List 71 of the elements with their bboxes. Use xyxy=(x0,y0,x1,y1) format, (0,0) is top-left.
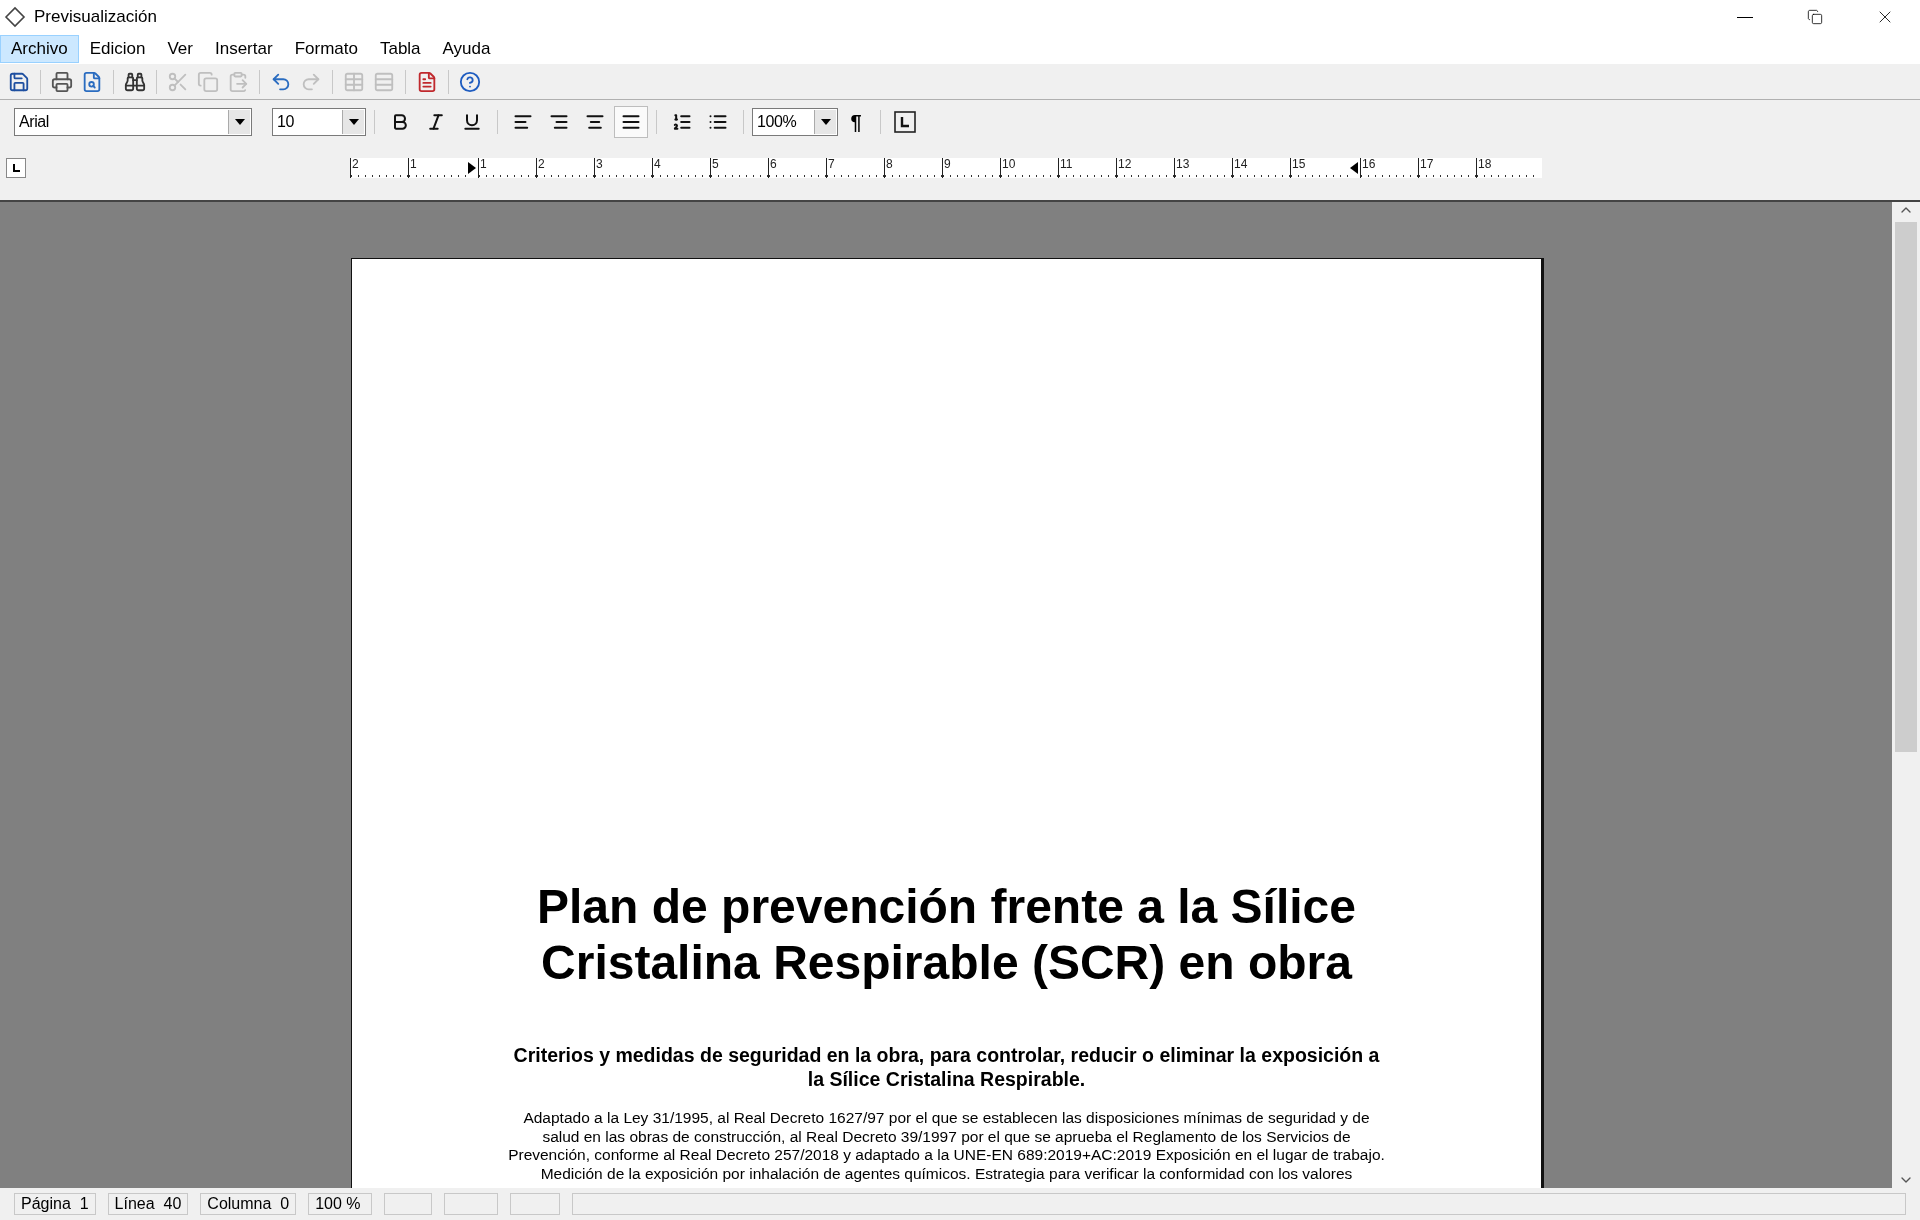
menu-item[interactable]: Archivo xyxy=(0,35,79,63)
print-preview-icon xyxy=(81,70,103,93)
format-button[interactable] xyxy=(614,106,648,138)
pdf-icon xyxy=(416,70,438,93)
italic-icon xyxy=(426,112,446,132)
menu-item[interactable]: Tabla xyxy=(368,35,432,63)
vertical-scrollbar[interactable] xyxy=(1892,202,1920,1188)
status-field: Columna 0 xyxy=(200,1193,297,1215)
scrollbar-thumb[interactable] xyxy=(1895,222,1917,752)
bullet-list-icon xyxy=(708,112,728,132)
ruler-number: 13 xyxy=(1175,158,1190,171)
status-field xyxy=(384,1193,433,1215)
ruler-number: 17 xyxy=(1419,158,1434,171)
copy-icon xyxy=(197,70,219,93)
align-center-icon xyxy=(585,112,605,132)
tab-stop-icon xyxy=(894,111,916,133)
ruler-number: 3 xyxy=(595,158,603,171)
paste-icon xyxy=(227,70,249,93)
align-left-icon xyxy=(513,112,533,132)
font-size-dropdown[interactable]: 10 xyxy=(272,108,366,136)
binoculars-icon xyxy=(124,70,146,93)
align-justify-icon xyxy=(621,112,641,132)
menu-item[interactable]: Edicion xyxy=(78,35,157,63)
status-field: 100 % xyxy=(308,1193,373,1215)
align-right-icon xyxy=(549,112,569,132)
tab-type-button[interactable] xyxy=(6,158,26,178)
ruler-number: 10 xyxy=(1001,158,1016,171)
ruler-number: 9 xyxy=(943,158,951,171)
ruler-number: 1 xyxy=(409,158,417,171)
minimize-icon xyxy=(1737,16,1753,18)
ruler-number: 12 xyxy=(1117,158,1132,171)
ruler[interactable]: 2 1 1 2 3 4 5 6 7 8 9 10 11 12 13 14 15 16 17 18 xyxy=(350,158,1542,178)
table-rows-icon xyxy=(373,70,395,93)
printer-icon xyxy=(51,70,73,93)
app-logo-icon xyxy=(4,6,26,28)
status-field xyxy=(510,1193,561,1215)
ruler-number: 7 xyxy=(827,158,835,171)
numbered-list-icon xyxy=(672,112,692,132)
ruler-number: 15 xyxy=(1291,158,1306,171)
ruler-number: 11 xyxy=(1059,158,1073,171)
document-paragraph: Adaptado a la Ley 31/1995, al Real Decreto 1627/97 por el que se establecen las disposiciones mínimas de seguridad y de salud en las obras de construcción, al Real Decreto 39/1997 por el que se aprueba el Reglamento de los Servicios de Prevención, conforme al Real Decreto 257/2018 y adaptado a la UNE-EN 689:2019+AC:2019 Exposición en el lugar de trabajo. Medición de la exposición por inhalación de agentes químicos. Estrategia para verificar la conformidad con los valores xyxy=(507,1109,1386,1183)
restore-icon xyxy=(1807,9,1823,25)
document-subtitle: Criterios y medidas de seguridad en la obra, para controlar, reducir o eliminar la exposición a la Sílice Cristalina Respirable. xyxy=(512,1043,1381,1091)
menu-item[interactable]: Insertar xyxy=(204,35,284,63)
status-field: Línea 40 xyxy=(107,1193,189,1215)
ruler-number: 2 xyxy=(537,158,545,171)
ruler-number: 8 xyxy=(885,158,893,171)
menu-item[interactable]: Ver xyxy=(156,35,204,63)
menu-item[interactable]: Formato xyxy=(283,35,369,63)
document-title: Plan de prevención frente a la Sílice Cristalina Respirable (SCR) en obra xyxy=(536,879,1357,991)
ruler-number: 18 xyxy=(1477,158,1492,171)
status-field: Página 1 xyxy=(14,1193,96,1215)
tab-stop-icon xyxy=(11,163,21,173)
save-icon xyxy=(8,70,30,93)
table-icon xyxy=(343,70,365,93)
ruler-number: 1 xyxy=(479,158,487,171)
underline-icon xyxy=(462,112,482,132)
status-field xyxy=(444,1193,499,1215)
ruler-number: 2 xyxy=(351,158,359,171)
ruler-number: 14 xyxy=(1233,158,1248,171)
ruler-number: 6 xyxy=(769,158,777,171)
menu-item[interactable]: Ayuda xyxy=(431,35,502,63)
help-icon xyxy=(459,70,481,93)
font-dropdown[interactable]: Arial xyxy=(14,108,252,136)
zoom-dropdown[interactable]: 100% xyxy=(752,108,838,136)
pilcrow-button[interactable]: ¶ xyxy=(840,106,872,138)
window-title: Previsualización xyxy=(34,6,157,29)
scissors-icon xyxy=(167,70,189,93)
ruler-number: 16 xyxy=(1361,158,1376,171)
ruler-number: 4 xyxy=(653,158,661,171)
ruler-number: 5 xyxy=(711,158,719,171)
